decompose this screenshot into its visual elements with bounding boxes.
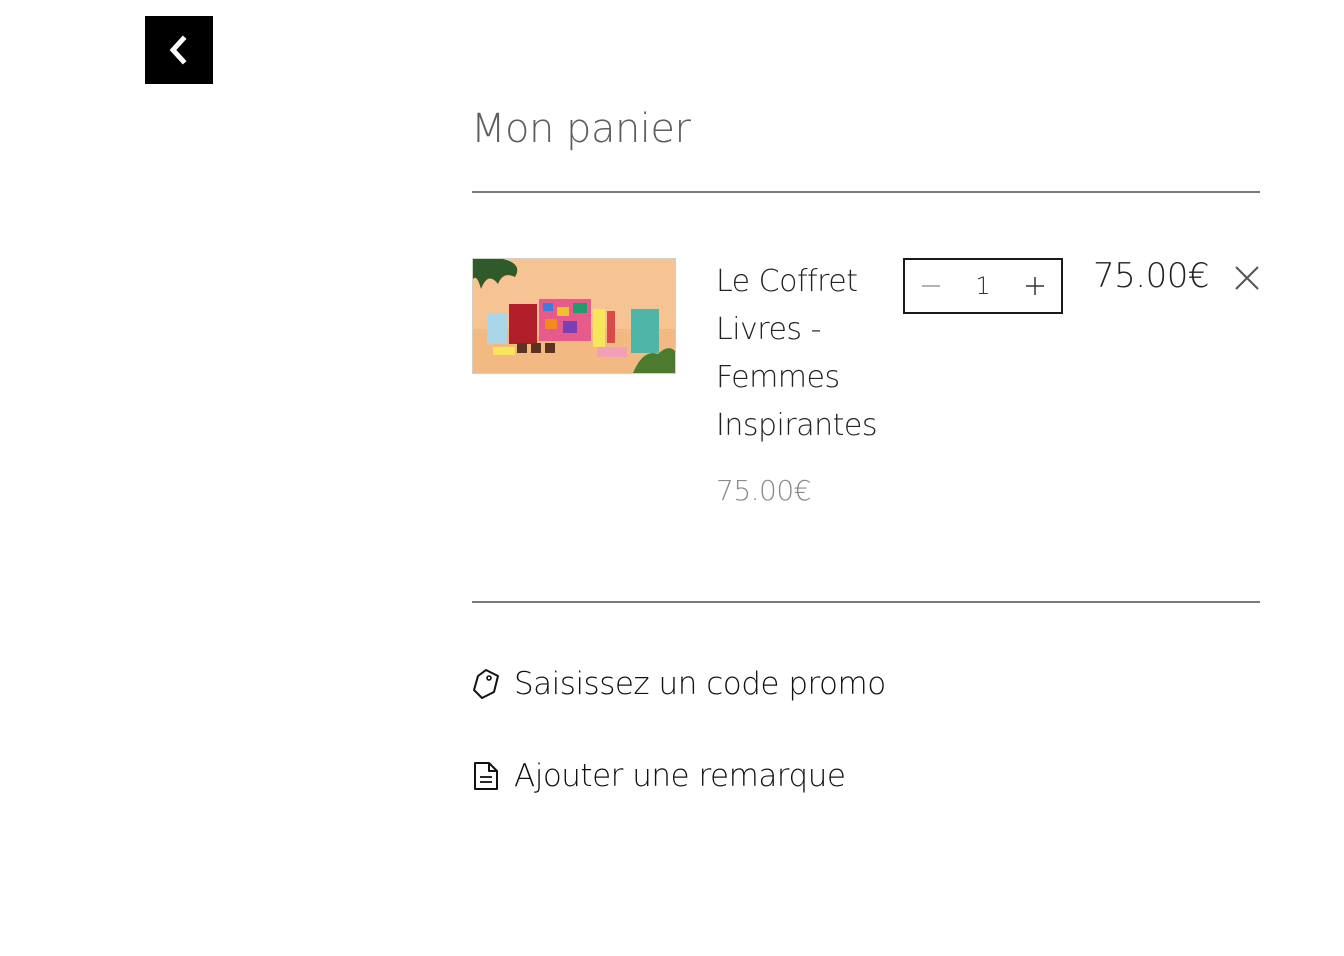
chevron-left-icon [169, 35, 187, 65]
remove-item-button[interactable] [1231, 262, 1263, 294]
document-icon [472, 760, 500, 792]
product-thumbnail[interactable] [472, 258, 676, 374]
promo-code-link[interactable]: Saisissez un code promo [472, 666, 886, 702]
line-total-price: 75.00€ [1093, 256, 1209, 296]
cart-page: Mon panier Le Coffret Livres - Femmes In… [0, 0, 1344, 956]
quantity-value[interactable]: 1 [963, 272, 1003, 300]
minus-icon [922, 285, 940, 287]
back-button[interactable] [145, 16, 213, 84]
plus-icon [1026, 277, 1044, 295]
add-note-link[interactable]: Ajouter une remarque [472, 758, 846, 794]
add-note-label: Ajouter une remarque [514, 758, 846, 794]
decrement-button[interactable] [905, 260, 957, 312]
product-image [473, 259, 675, 373]
close-icon [1235, 266, 1259, 290]
product-name[interactable]: Le Coffret Livres - Femmes Inspirantes [716, 258, 877, 450]
increment-button[interactable] [1009, 260, 1061, 312]
page-title: Mon panier [471, 106, 691, 152]
tag-icon [472, 668, 500, 700]
product-unit-price: 75.00€ [716, 474, 811, 507]
divider [472, 601, 1260, 603]
divider [472, 191, 1260, 193]
promo-code-label: Saisissez un code promo [514, 666, 886, 702]
quantity-stepper[interactable]: 1 [903, 258, 1063, 314]
